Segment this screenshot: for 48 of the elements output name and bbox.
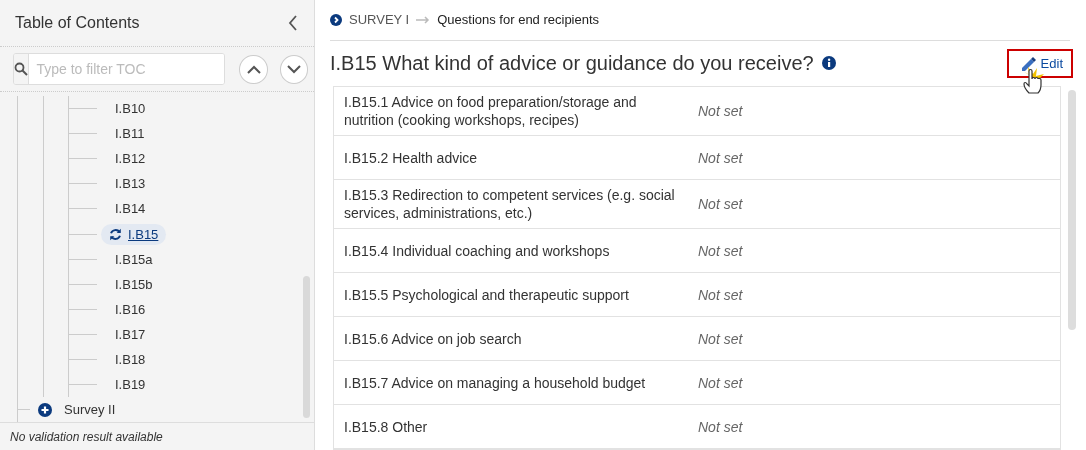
answer-value: Not set — [698, 374, 743, 391]
answer-label: I.B15.7 Advice on managing a household budget — [344, 373, 647, 393]
down-button[interactable] — [279, 54, 308, 84]
answer-value: Not set — [698, 330, 743, 347]
answer-label: I.B15.6 Advice on job search — [344, 329, 523, 349]
collapse-icon[interactable] — [288, 15, 298, 31]
toc-item[interactable]: I.B18 — [115, 349, 146, 370]
toc-item[interactable]: I.B15b — [115, 273, 153, 295]
toc-item[interactable]: I.B12 — [115, 148, 146, 170]
answer-label: I.B15.5 Psychological and therapeutic support — [344, 285, 630, 305]
toc-item[interactable]: Survey II — [64, 402, 116, 418]
answer-label: I.B15.2 Health advice — [344, 148, 479, 168]
validation-status: No validation result available — [0, 422, 314, 450]
sidebar-title: Table of Contents — [15, 14, 140, 32]
info-icon[interactable] — [821, 56, 836, 71]
chevron-circle-icon — [330, 13, 342, 26]
toc-item[interactable]: I.B16 — [115, 298, 146, 320]
answer-value: Not set — [698, 196, 743, 212]
toc-item[interactable]: I.B13 — [115, 173, 146, 195]
up-button[interactable] — [239, 54, 268, 84]
answer-label: I.B15.4 Individual coaching and workshops — [344, 241, 611, 261]
toc-item[interactable]: I.B14 — [115, 198, 146, 220]
answer-label: I.B15.3 Redirection to competent services (e.g. social services, administrations, etc.) — [344, 186, 676, 223]
toc-item[interactable]: I.B17 — [115, 323, 146, 345]
toc-item[interactable]: I.B15a — [115, 248, 153, 270]
refresh-icon — [109, 227, 122, 241]
search-icon — [14, 62, 29, 76]
answer-value: Not set — [698, 242, 743, 259]
answer-label: I.B15.8 Other — [344, 417, 429, 437]
toc-item[interactable]: I.B19 — [115, 374, 146, 396]
arrow-icon — [416, 15, 431, 24]
answer-value: Not set — [698, 418, 743, 435]
toc-item[interactable]: I.B11 — [115, 123, 145, 145]
question-title: I.B15 What kind of advice or guidance do you receive? — [330, 51, 814, 75]
breadcrumb-current: Questions for end recipients — [437, 12, 600, 28]
answer-label: I.B15.1 Advice on food preparation/storage and nutrition (cooking workshops, recipes) — [344, 93, 638, 130]
answer-value: Not set — [698, 103, 743, 119]
answer-value: Not set — [698, 149, 743, 166]
chevron-down-icon — [286, 64, 301, 74]
scrollbar[interactable] — [1068, 90, 1076, 330]
toc-item[interactable]: I.B15 — [101, 223, 167, 245]
answer-value: Not set — [698, 286, 743, 303]
toc-item[interactable]: I.B10 — [115, 98, 146, 120]
chevron-up-icon — [246, 64, 261, 74]
filter-field[interactable]: Type to filter TOC — [13, 53, 226, 85]
breadcrumb-link[interactable]: SURVEY I — [349, 12, 410, 28]
plus-circle-icon[interactable] — [38, 402, 52, 417]
scrollbar[interactable] — [303, 276, 310, 418]
